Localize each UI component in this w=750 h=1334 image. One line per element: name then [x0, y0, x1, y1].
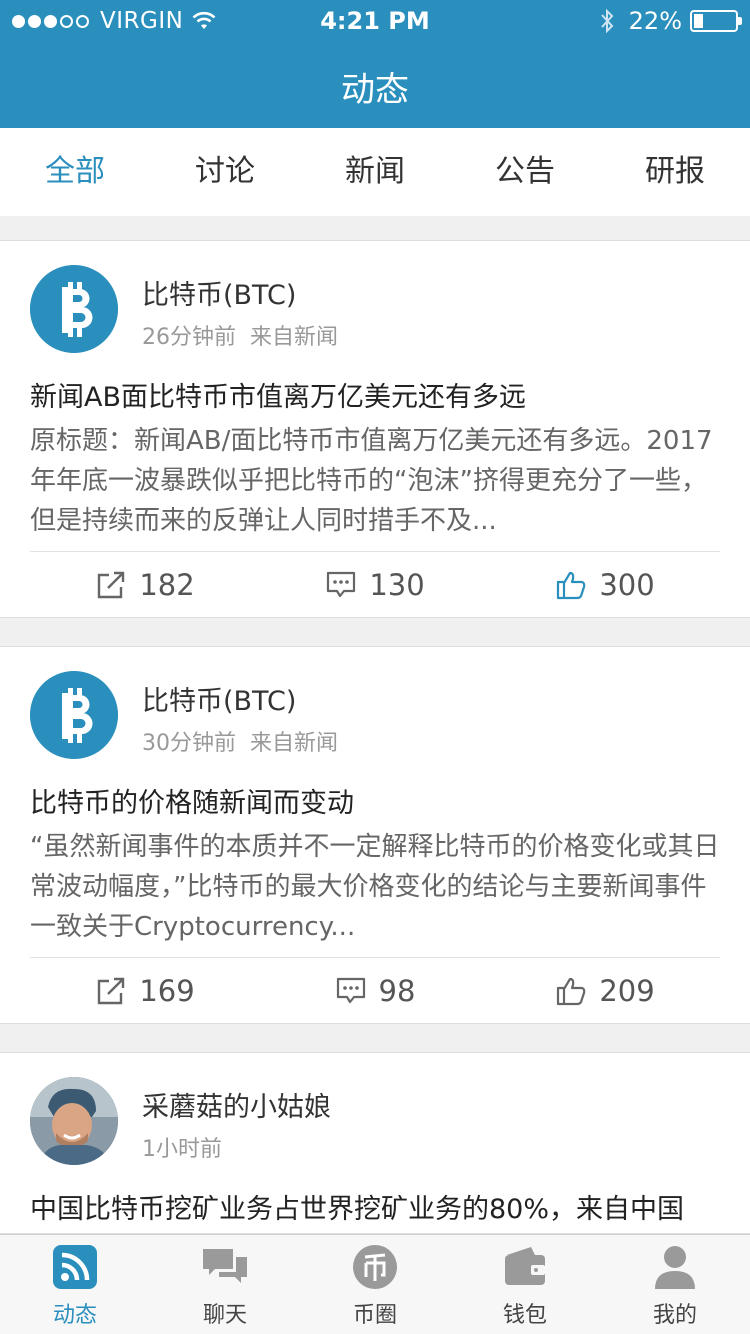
post-title[interactable]: 新闻AB面比特币市值离万亿美元还有多远: [0, 369, 750, 421]
app-header: VIRGIN 4:21 PM 22% 动态: [0, 0, 750, 128]
tab-announcement[interactable]: 公告: [450, 128, 600, 216]
tabbar-label: 钱包: [502, 1303, 547, 1328]
post-actions: 182 130 300: [30, 551, 720, 617]
tabbar-label: 动态: [52, 1303, 97, 1328]
post-meta: 1小时前: [142, 1131, 222, 1163]
comment-icon: [327, 571, 356, 597]
comment-button[interactable]: 130: [260, 552, 490, 617]
thumbs-up-icon: [557, 977, 586, 1005]
bitcoin-avatar[interactable]: [30, 265, 118, 353]
bitcoin-icon: [30, 265, 118, 353]
comment-count: 130: [369, 567, 425, 602]
post-author[interactable]: 比特币(BTC): [142, 273, 296, 312]
battery-percent: 22%: [628, 7, 682, 35]
comment-button[interactable]: 98: [260, 958, 490, 1023]
profile-icon: [655, 1246, 695, 1289]
feed-card[interactable]: 采蘑菇的小姑娘 1小时前 中国比特币挖矿业务占世界挖矿业务的80%，来自中国: [0, 1052, 750, 1234]
bitcoin-avatar[interactable]: [30, 671, 118, 759]
user-photo-icon: [30, 1077, 118, 1165]
post-source: 来自新闻: [250, 731, 339, 756]
post-excerpt[interactable]: 原标题：新闻AB/面比特币市值离万亿美元还有多远。2017年年底一波暴跌似乎把比…: [0, 421, 750, 551]
tab-all[interactable]: 全部: [0, 128, 150, 216]
post-title[interactable]: 中国比特币挖矿业务占世界挖矿业务的80%，来自中国: [0, 1181, 750, 1233]
like-count: 300: [599, 567, 655, 602]
comment-count: 98: [378, 973, 416, 1008]
tabbar-item-profile[interactable]: 我的: [600, 1235, 750, 1334]
post-time: 1小时前: [142, 1137, 222, 1162]
coin-circle-icon: [353, 1245, 397, 1289]
tabbar-item-wallet[interactable]: 钱包: [450, 1235, 600, 1334]
tab-research[interactable]: 研报: [600, 128, 750, 216]
post-title[interactable]: 比特币的价格随新闻而变动: [0, 775, 750, 827]
like-button[interactable]: 209: [490, 958, 720, 1023]
battery-icon: [690, 10, 742, 32]
bitcoin-icon: [30, 671, 118, 759]
chat-icon: [203, 1249, 247, 1283]
tab-discussion[interactable]: 讨论: [150, 128, 300, 216]
tabbar-label: 币圈: [352, 1303, 397, 1328]
comment-icon: [336, 977, 365, 1003]
thumbs-up-icon: [557, 571, 586, 599]
tabbar-item-chat[interactable]: 聊天: [150, 1235, 300, 1334]
feed-list: 比特币(BTC) 26分钟前 来自新闻 新闻AB面比特币市值离万亿美元还有多远 原…: [0, 240, 750, 1262]
feed-card[interactable]: 比特币(BTC) 26分钟前 来自新闻 新闻AB面比特币市值离万亿美元还有多远 原…: [0, 240, 750, 618]
tabbar-label: 聊天: [202, 1303, 247, 1328]
like-button[interactable]: 300: [490, 552, 720, 617]
post-meta: 30分钟前 来自新闻: [142, 725, 338, 757]
post-actions: 169 98 209: [30, 957, 720, 1023]
tab-news[interactable]: 新闻: [300, 128, 450, 216]
like-count: 209: [599, 973, 655, 1008]
post-meta: 26分钟前 来自新闻: [142, 319, 338, 351]
filter-tabs: 全部 讨论 新闻 公告 研报: [0, 128, 750, 216]
status-bar: VIRGIN 4:21 PM 22%: [0, 0, 750, 44]
post-author[interactable]: 比特币(BTC): [142, 679, 296, 718]
feed-icon: [53, 1245, 97, 1289]
post-source: 来自新闻: [250, 325, 339, 350]
post-author[interactable]: 采蘑菇的小姑娘: [142, 1085, 331, 1124]
post-time: 30分钟前: [142, 731, 236, 756]
tabbar-item-feed[interactable]: 动态: [0, 1235, 150, 1334]
share-count: 169: [139, 973, 195, 1008]
user-avatar[interactable]: [30, 1077, 118, 1165]
post-time: 26分钟前: [142, 325, 236, 350]
share-icon: [98, 571, 125, 598]
bottom-tab-bar: 动态 聊天 币圈 钱包 我的: [0, 1234, 750, 1334]
wallet-icon: [505, 1247, 545, 1285]
tabbar-item-coin-circle[interactable]: 币圈: [300, 1235, 450, 1334]
post-excerpt[interactable]: “虽然新闻事件的本质并不一定解释比特币的价格变化或其日常波动幅度，”比特币的最大…: [0, 827, 750, 957]
status-right: 22%: [599, 7, 742, 35]
share-count: 182: [139, 567, 195, 602]
share-button[interactable]: 182: [30, 552, 260, 617]
share-button[interactable]: 169: [30, 958, 260, 1023]
tabbar-label: 我的: [652, 1303, 697, 1328]
share-icon: [98, 977, 125, 1004]
bluetooth-icon: [600, 8, 614, 34]
page-title: 动态: [341, 70, 409, 110]
feed-card[interactable]: 比特币(BTC) 30分钟前 来自新闻 比特币的价格随新闻而变动 “虽然新闻事件的…: [0, 646, 750, 1024]
